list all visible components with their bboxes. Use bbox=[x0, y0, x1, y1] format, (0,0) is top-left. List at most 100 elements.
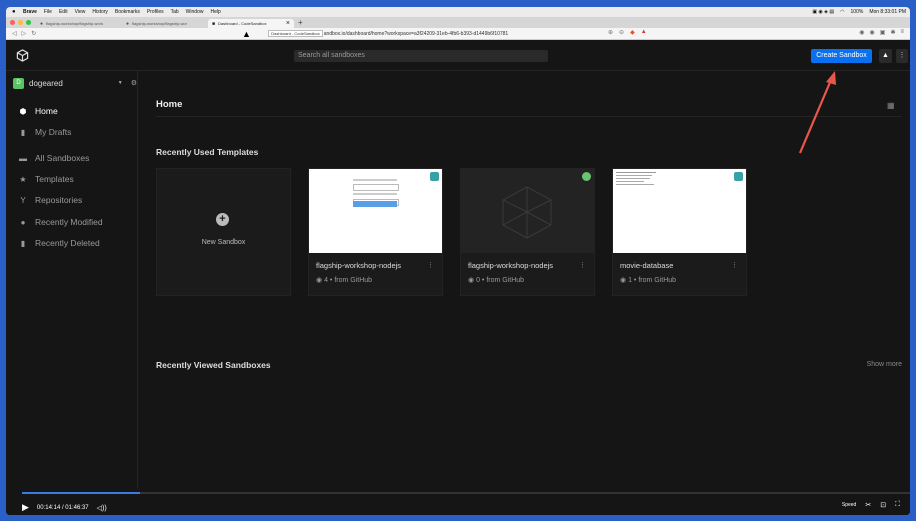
workspace-switcher[interactable]: D dogeared ▼ ⚙ bbox=[13, 77, 137, 89]
sidebar-item-templates[interactable]: ★ Templates bbox=[18, 173, 74, 185]
zoom-window-button[interactable] bbox=[26, 20, 31, 25]
template-card[interactable]: flagship-workshop-nodejs ⋮ ◉ 4 • from Gi… bbox=[308, 168, 443, 296]
card-menu-icon[interactable]: ⋮ bbox=[427, 261, 434, 269]
home-icon: ⬢ bbox=[19, 106, 27, 116]
browser-tab-active[interactable]: ■ Dashboard - CodeSandbox × bbox=[208, 19, 294, 28]
menu-brave[interactable]: Brave bbox=[23, 9, 37, 15]
sidebar-item-label: My Drafts bbox=[35, 127, 72, 137]
template-badge-icon bbox=[582, 172, 591, 181]
apple-icon[interactable]: ● bbox=[12, 9, 19, 16]
template-thumbnail bbox=[309, 169, 442, 253]
card-menu-icon[interactable]: ⋮ bbox=[731, 261, 738, 269]
menu-icon[interactable]: ≡ bbox=[900, 29, 904, 36]
clock[interactable]: Mon 8:33:01 PM bbox=[869, 9, 906, 15]
wifi-icon[interactable]: ◠ bbox=[840, 9, 844, 15]
extension-icon[interactable]: ▣ bbox=[880, 29, 886, 36]
sidebar-item-label: Repositories bbox=[35, 195, 83, 205]
show-more-link[interactable]: Show more bbox=[867, 361, 902, 368]
video-left-controls: ▶ 00:14:14 / 01:46:37 ◁)) bbox=[22, 502, 107, 513]
address-field[interactable]: Dashboard - CodeSandbox andbox.io/dashboa… bbox=[268, 29, 508, 37]
codesandbox-app: Search all sandboxes Create Sandbox ▲ ⋮ … bbox=[6, 40, 910, 515]
menu-history[interactable]: History bbox=[92, 9, 108, 15]
card-menu-icon[interactable]: ⋮ bbox=[579, 261, 586, 269]
brave-rewards-icon[interactable]: ▲ bbox=[641, 29, 647, 36]
sidebar-item-label: Templates bbox=[35, 174, 74, 184]
sidebar-item-all-sandboxes[interactable]: ▬ All Sandboxes bbox=[18, 152, 89, 164]
file-icon: ▮ bbox=[20, 127, 26, 137]
template-meta: ◉ 4 • from GitHub bbox=[316, 277, 373, 284]
menu-profiles[interactable]: Profiles bbox=[147, 9, 164, 15]
plus-icon: + bbox=[216, 213, 229, 226]
menu-tab[interactable]: Tab bbox=[171, 9, 179, 15]
video-progress-bar[interactable] bbox=[22, 492, 910, 494]
reload-icon[interactable]: ↻ bbox=[31, 30, 36, 37]
menu-window[interactable]: Window bbox=[186, 9, 204, 15]
workspace-name: dogeared bbox=[29, 78, 63, 88]
menu-bookmarks[interactable]: Bookmarks bbox=[115, 9, 140, 15]
status-icons: ▣ ◉ ◈ ▤ bbox=[812, 9, 835, 15]
zoom-icon[interactable]: ⊖ bbox=[619, 29, 624, 36]
new-sandbox-card[interactable]: + New Sandbox bbox=[156, 168, 291, 296]
sidebar-item-recently-deleted[interactable]: ▮ Recently Deleted bbox=[18, 237, 100, 249]
repo-icon: Y bbox=[20, 195, 26, 205]
extension-icon[interactable]: ◉ bbox=[870, 29, 875, 36]
browser-tab[interactable]: ● flagship-workshop/flagship-wor bbox=[122, 19, 208, 28]
forward-icon[interactable]: ▷ bbox=[22, 30, 27, 37]
minimize-window-button[interactable] bbox=[18, 20, 23, 25]
volume-icon[interactable]: ◁)) bbox=[97, 504, 107, 512]
browser-tab[interactable]: ● flagship-workshop/flagship-work bbox=[36, 19, 122, 28]
template-thumbnail bbox=[461, 169, 594, 253]
sidebar: D dogeared ▼ ⚙ ⬢ Home ▮ My Drafts ▬ All … bbox=[6, 71, 138, 489]
template-card[interactable]: flagship-workshop-nodejs ⋮ ◉ 0 • from Gi… bbox=[460, 168, 595, 296]
folder-icon: ▬ bbox=[19, 153, 27, 163]
close-tab-icon[interactable]: × bbox=[286, 20, 290, 27]
address-actions: ⊕ ⊖ ◆ ▲ bbox=[608, 29, 647, 36]
speed-button[interactable]: Speed bbox=[842, 502, 856, 508]
grid-view-icon[interactable]: ▦ bbox=[887, 101, 895, 110]
sidebar-item-label: Home bbox=[35, 106, 58, 116]
page-title: Home bbox=[156, 99, 183, 110]
sidebar-item-home[interactable]: ⬢ Home bbox=[18, 105, 58, 117]
top-navigation: Search all sandboxes Create Sandbox ▲ ⋮ bbox=[6, 40, 910, 71]
template-meta: ◉ 0 • from GitHub bbox=[468, 277, 525, 284]
template-meta: ◉ 1 • from GitHub bbox=[620, 277, 677, 284]
sidebar-item-label: Recently Modified bbox=[35, 217, 103, 227]
menu-file[interactable]: File bbox=[44, 9, 52, 15]
codesandbox-logo-icon[interactable] bbox=[16, 49, 29, 62]
menu-help[interactable]: Help bbox=[210, 9, 220, 15]
extension-icon[interactable]: ◉ bbox=[859, 29, 864, 36]
window-controls bbox=[10, 20, 31, 25]
new-sandbox-label: New Sandbox bbox=[201, 239, 246, 246]
recently-used-templates-heading: Recently Used Templates bbox=[156, 147, 259, 157]
notifications-bell-icon[interactable]: ▲ bbox=[879, 49, 892, 63]
new-tab-button[interactable]: + bbox=[298, 18, 303, 27]
sidebar-item-my-drafts[interactable]: ▮ My Drafts bbox=[18, 126, 72, 138]
sidebar-item-recently-modified[interactable]: ● Recently Modified bbox=[18, 216, 103, 228]
more-menu-icon[interactable]: ⋮ bbox=[896, 49, 908, 63]
menu-view[interactable]: View bbox=[75, 9, 86, 15]
back-icon[interactable]: ◁ bbox=[12, 30, 17, 37]
tab-label: Dashboard - CodeSandbox bbox=[218, 21, 267, 26]
brave-shield-icon[interactable]: ◆ bbox=[630, 29, 635, 36]
eye-icon: ◉ bbox=[468, 277, 477, 284]
sidebar-item-repositories[interactable]: Y Repositories bbox=[18, 194, 82, 206]
view-count: 4 bbox=[324, 277, 328, 284]
battery-level: 100% bbox=[850, 9, 864, 15]
share-icon[interactable]: ⊕ bbox=[608, 29, 613, 36]
extension-icon[interactable]: ✱ bbox=[890, 29, 895, 36]
menu-edit[interactable]: Edit bbox=[59, 9, 68, 15]
search-input[interactable]: Search all sandboxes bbox=[294, 50, 548, 62]
tab-label: flagship-workshop/flagship-wor bbox=[132, 21, 187, 26]
scissors-icon[interactable]: ✂ bbox=[865, 501, 871, 509]
chevron-down-icon: ▼ bbox=[117, 80, 123, 86]
play-icon[interactable]: ▶ bbox=[22, 502, 29, 513]
captions-icon[interactable]: ⊡ bbox=[880, 501, 886, 509]
codesandbox-placeholder-icon bbox=[502, 186, 552, 239]
star-icon: ★ bbox=[19, 174, 27, 184]
fullscreen-icon[interactable]: ⛶ bbox=[895, 501, 900, 509]
template-card[interactable]: movie-database ⋮ ◉ 1 • from GitHub bbox=[612, 168, 747, 296]
sidebar-item-label: Recently Deleted bbox=[35, 238, 100, 248]
create-sandbox-button[interactable]: Create Sandbox bbox=[811, 49, 872, 63]
gear-icon[interactable]: ⚙ bbox=[131, 79, 137, 87]
close-window-button[interactable] bbox=[10, 20, 15, 25]
